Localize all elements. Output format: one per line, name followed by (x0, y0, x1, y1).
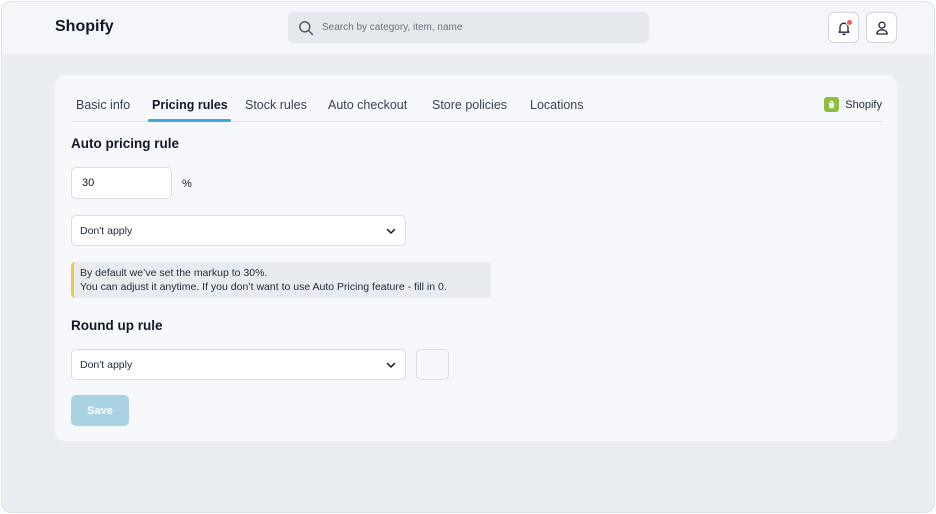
notifications-button[interactable] (828, 12, 859, 43)
search-icon (299, 20, 314, 35)
user-icon (875, 21, 888, 35)
search-input[interactable]: Search by category, item, name (322, 22, 462, 33)
auto-pricing-title: Auto pricing rule (71, 136, 179, 151)
tab-stock-rules[interactable]: Stock rules (245, 98, 307, 112)
search-bar[interactable]: Search by category, item, name (288, 12, 649, 43)
tab-store-policies[interactable]: Store policies (432, 98, 507, 112)
note-line-1: By default we’ve set the markup to 30%. (80, 267, 268, 279)
app-window: Shopify Search by category, item, name B… (1, 1, 935, 513)
markup-input[interactable] (71, 167, 172, 199)
tab-basic-info[interactable]: Basic info (76, 98, 130, 112)
notification-dot (846, 19, 853, 26)
tab-pricing-rules[interactable]: Pricing rules (152, 98, 228, 112)
chevron-down-icon (386, 362, 396, 368)
top-bar: Shopify Search by category, item, name (2, 2, 934, 54)
brand-logo: Shopify (55, 18, 114, 35)
tab-bar: Basic info Pricing rules Stock rules Aut… (72, 75, 882, 122)
active-tab-indicator (148, 119, 231, 122)
round-up-select[interactable]: Don't apply (71, 349, 406, 380)
tab-locations[interactable]: Locations (530, 98, 584, 112)
platform-badge: Shopify (824, 97, 882, 112)
auto-pricing-select[interactable]: Don't apply (71, 215, 406, 246)
profile-button[interactable] (866, 12, 897, 43)
chevron-down-icon (386, 228, 396, 234)
percent-unit: % (182, 178, 192, 190)
platform-name: Shopify (845, 98, 882, 111)
round-up-title: Round up rule (71, 318, 163, 333)
save-button[interactable]: Save (71, 395, 129, 426)
round-up-value-input[interactable] (416, 349, 449, 380)
markup-info-note: By default we’ve set the markup to 30%. … (71, 262, 491, 298)
auto-pricing-select-value: Don't apply (80, 224, 133, 237)
round-up-select-value: Don't apply (80, 358, 133, 371)
tab-auto-checkout[interactable]: Auto checkout (328, 98, 407, 112)
shopify-bag-icon (824, 97, 840, 112)
settings-card: Basic info Pricing rules Stock rules Aut… (55, 75, 897, 441)
note-line-2: You can adjust it anytime. If you don’t … (80, 281, 447, 293)
